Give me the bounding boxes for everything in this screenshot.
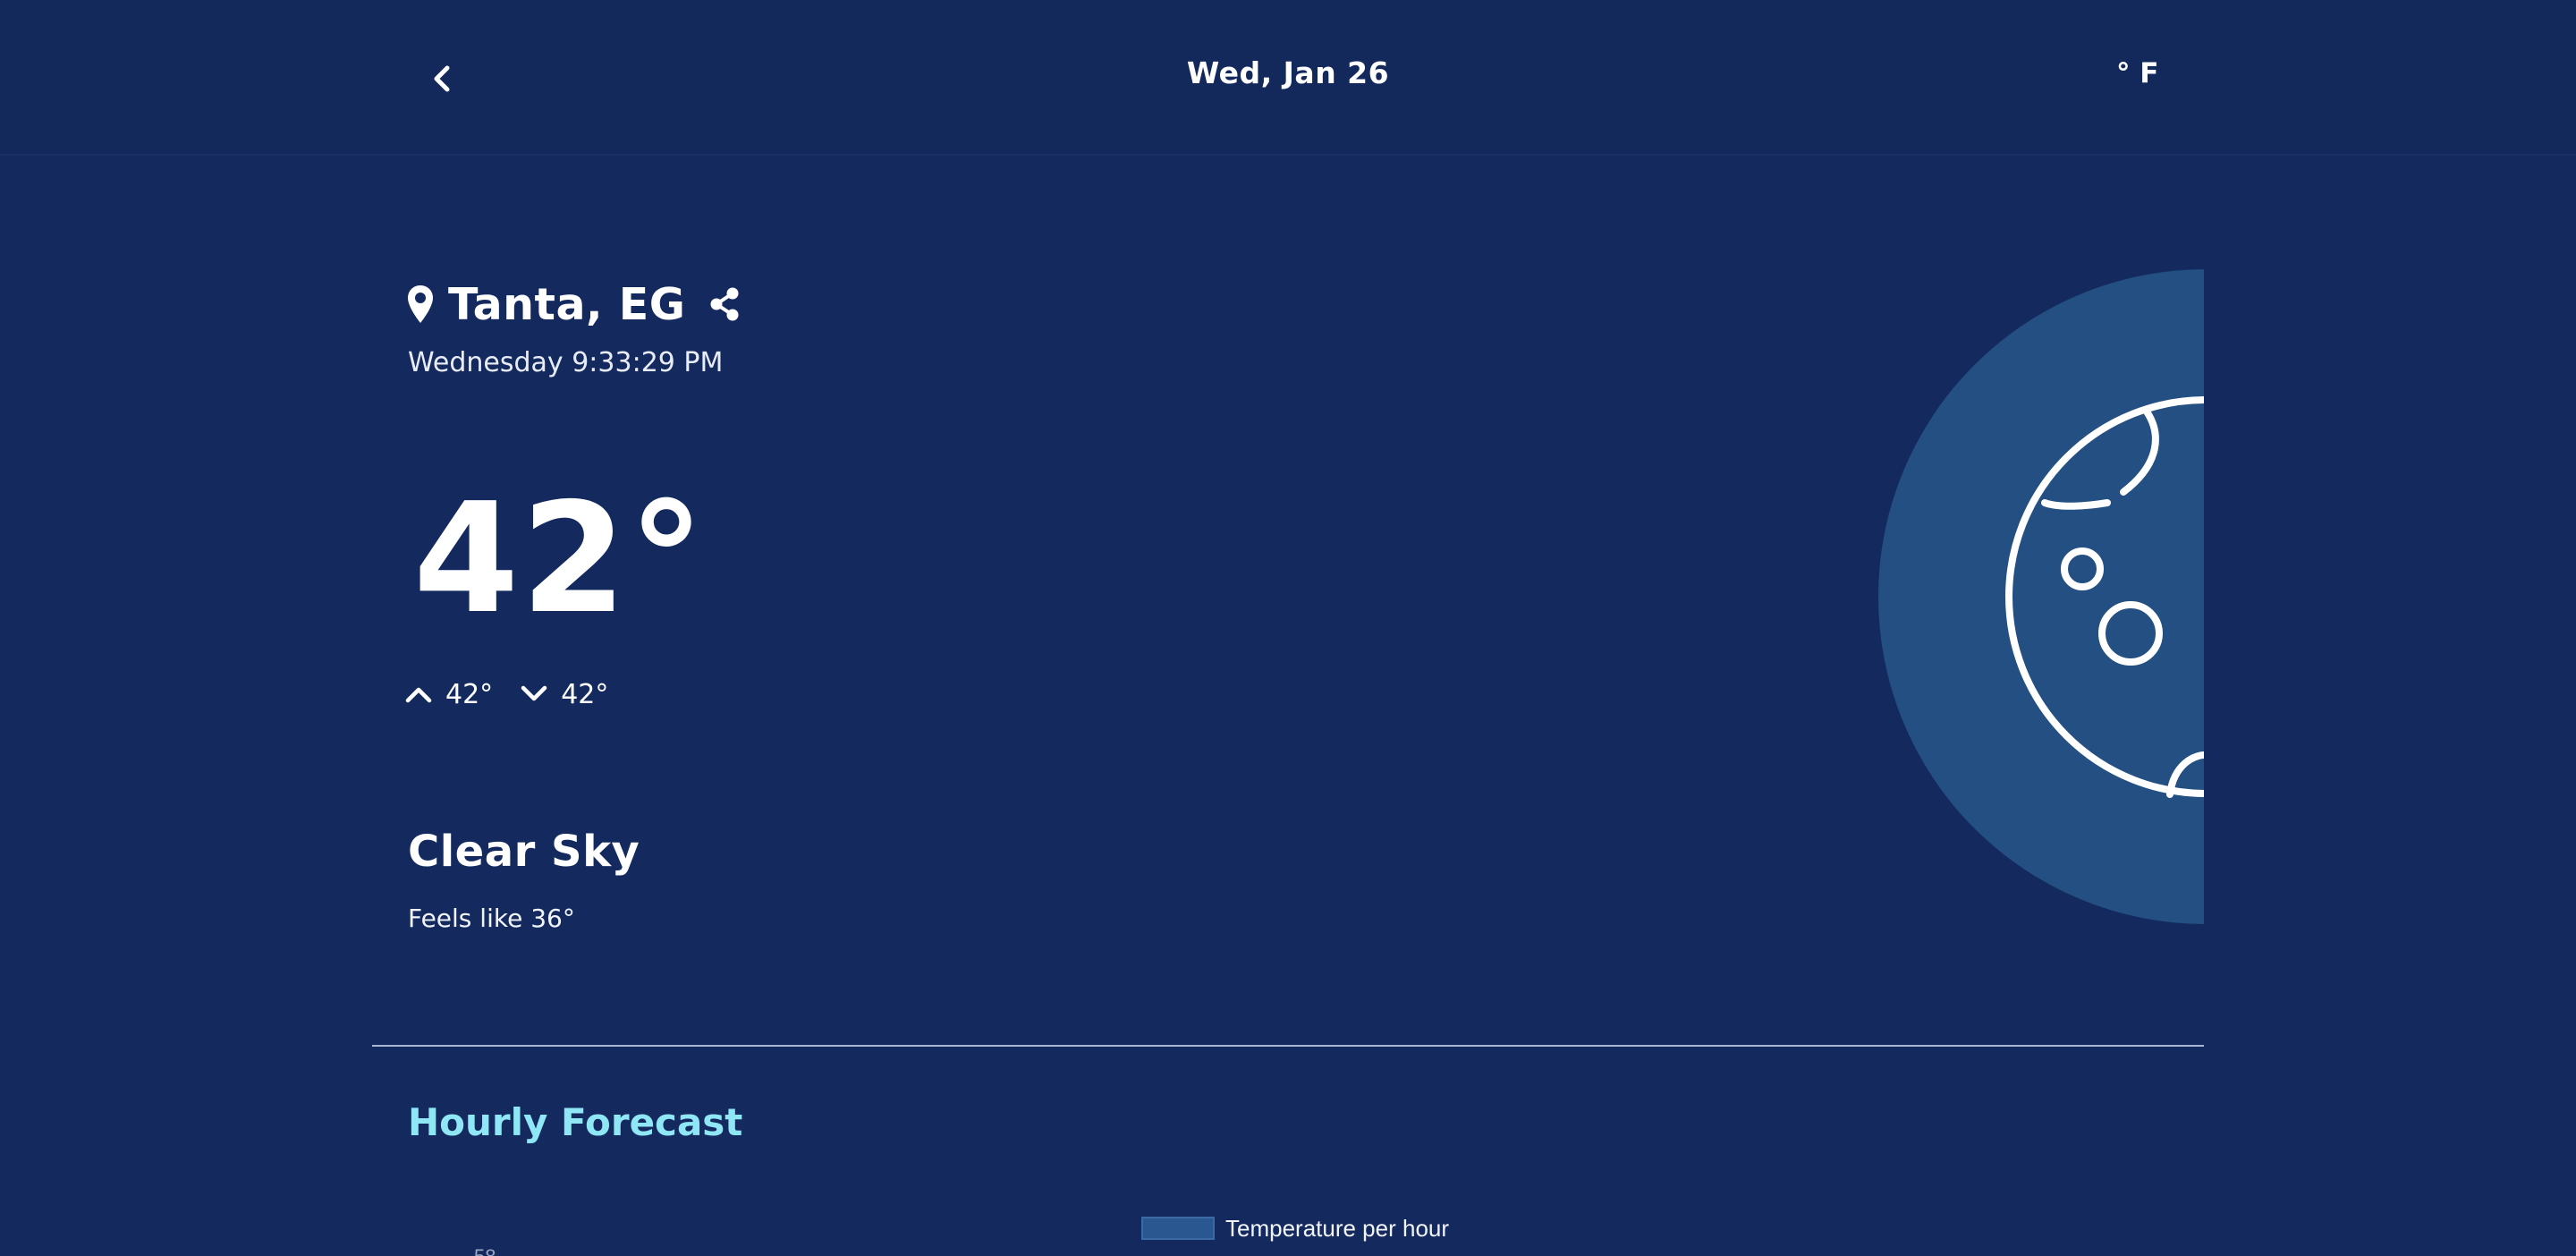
current-temperature: 42° bbox=[413, 471, 707, 648]
share-icon[interactable] bbox=[708, 286, 741, 322]
local-datetime: Wednesday 9:33:29 PM bbox=[408, 347, 724, 378]
header-date: Wed, Jan 26 bbox=[1186, 55, 1390, 90]
weather-condition: Clear Sky bbox=[408, 827, 640, 877]
weather-page: Wed, Jan 26 ° F Tanta, EG Wednesday 9:33… bbox=[0, 0, 2576, 1256]
legend-swatch bbox=[1141, 1217, 1215, 1240]
feels-like: Feels like 36° bbox=[408, 904, 575, 933]
section-divider bbox=[372, 1045, 2204, 1047]
top-bar: Wed, Jan 26 ° F bbox=[0, 0, 2576, 156]
chart-legend[interactable]: Temperature per hour bbox=[1141, 1215, 1449, 1242]
moon-icon bbox=[1878, 269, 2204, 924]
hourly-forecast-title: Hourly Forecast bbox=[408, 1100, 743, 1144]
low-temperature: 42° bbox=[561, 678, 609, 710]
legend-label: Temperature per hour bbox=[1225, 1214, 1450, 1242]
high-temperature: 42° bbox=[445, 678, 494, 710]
location-name: Tanta, EG bbox=[448, 278, 686, 330]
chevron-down-icon bbox=[521, 685, 547, 701]
map-pin-icon bbox=[408, 285, 433, 323]
high-low-row: 42° 42° bbox=[404, 673, 608, 716]
chart-y-tick: 58 bbox=[474, 1245, 496, 1256]
location-row: Tanta, EG bbox=[407, 276, 741, 333]
unit-toggle-button[interactable]: ° F bbox=[2116, 57, 2158, 89]
chevron-up-icon bbox=[405, 687, 432, 703]
